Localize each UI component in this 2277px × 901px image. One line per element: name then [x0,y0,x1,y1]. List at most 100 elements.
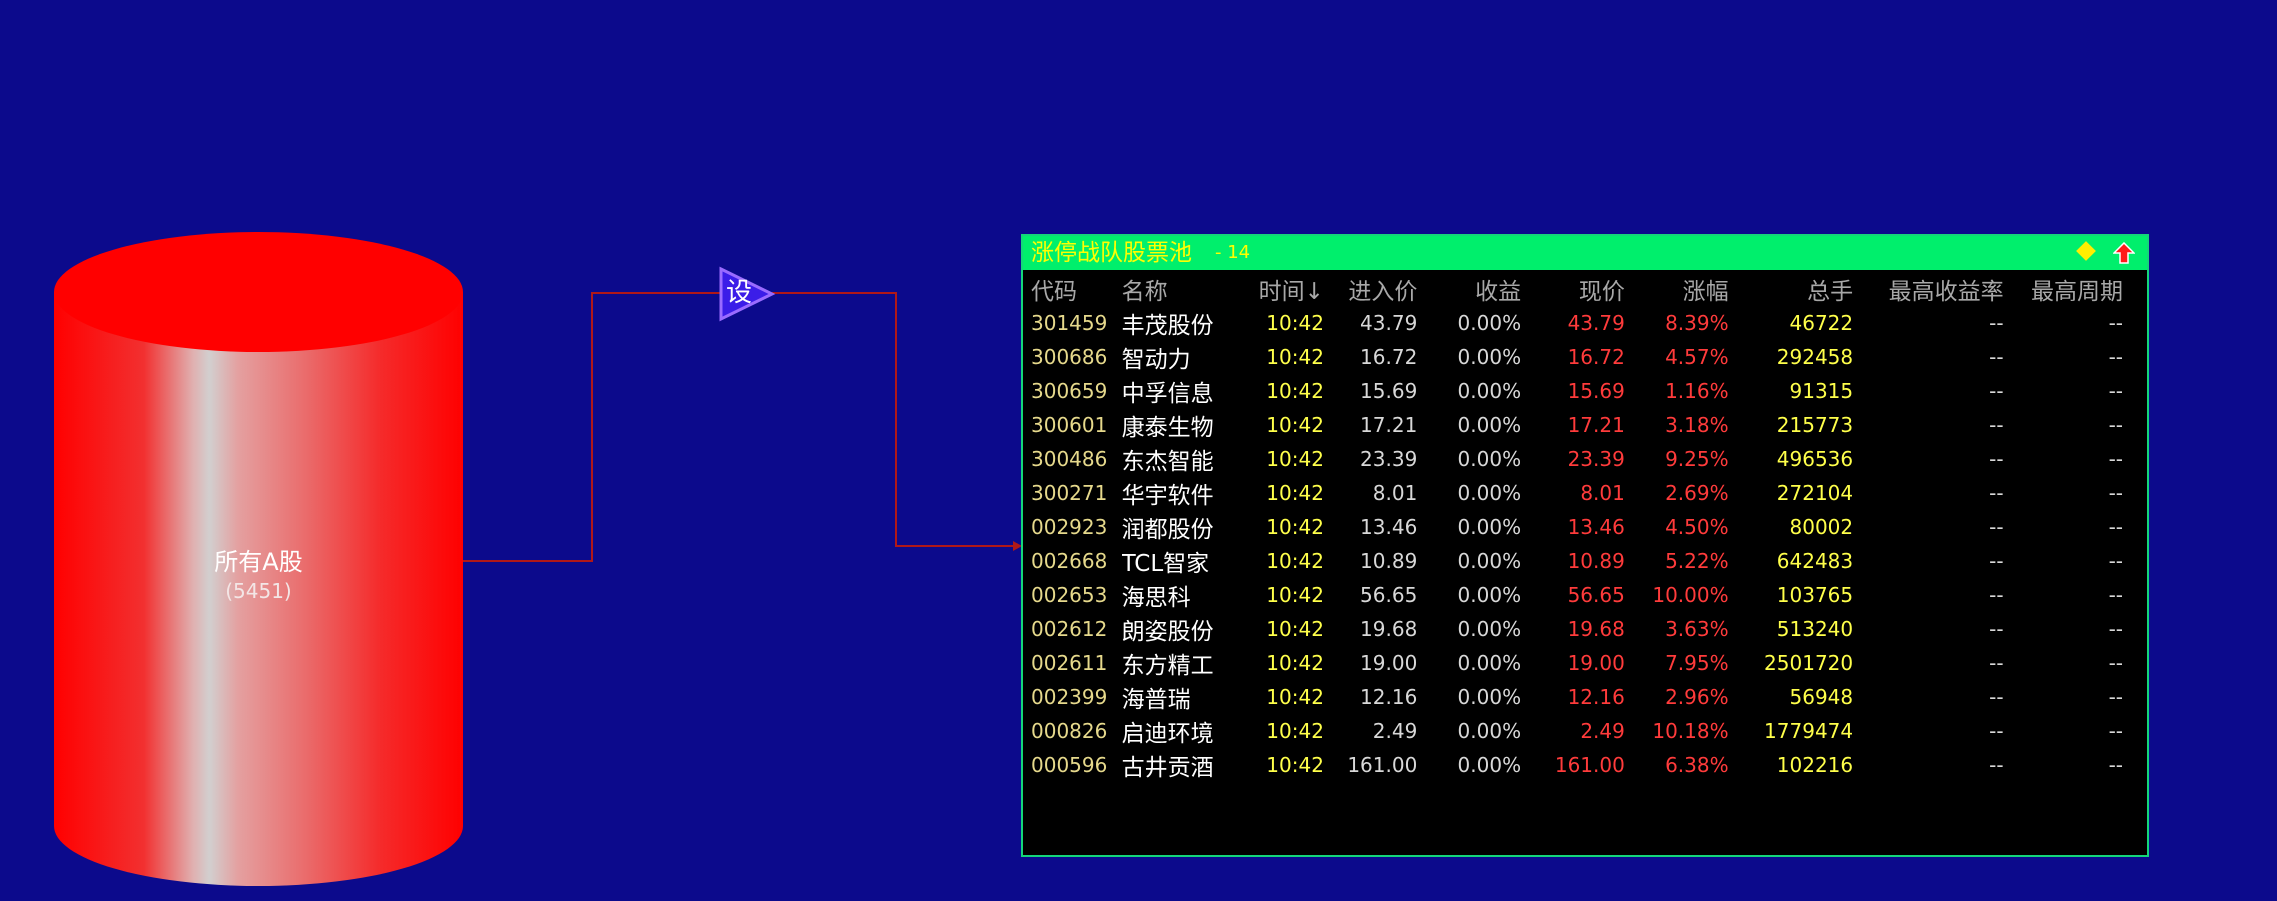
cell-volume: 80002 [1789,515,1854,539]
column-header-max-period[interactable]: 最高周期 [2004,272,2123,306]
table-row[interactable]: 300486 东杰智能 10:42 23.39 0.00% 23.39 9.25% 49653… [1023,442,2123,476]
cell-gain: 0.00% [1457,651,1522,675]
cell-name: 智动力 [1121,347,1191,373]
cell-max-period: -- [2108,617,2123,641]
cell-code: 300659 [1031,379,1108,403]
table-row[interactable]: 002668 TCL智家 10:42 10.89 0.00% 10.89 5.22% 6424… [1023,544,2123,578]
cell-volume: 102216 [1776,753,1854,777]
cell-time: 10:42 [1266,651,1324,675]
cell-max-period: -- [2108,651,2123,675]
table-row[interactable]: 002923 润都股份 10:42 13.46 0.00% 13.46 4.50% 80002… [1023,510,2123,544]
cell-gain: 0.00% [1457,753,1522,777]
table-row[interactable]: 002611 东方精工 10:42 19.00 0.00% 19.00 7.95% 25017… [1023,646,2123,680]
arrow-up-icon[interactable] [2113,242,2135,264]
cell-entry-price: 13.46 [1360,515,1418,539]
cell-price: 13.46 [1567,515,1625,539]
cell-code: 301459 [1031,311,1108,335]
stock-table: 代码 名称 时间↓ 进入价 收益 现价 涨幅 总手 最高收益率 最高周期 301… [1023,272,2123,782]
cell-name: 东杰智能 [1121,449,1214,475]
table-row[interactable]: 002612 朗姿股份 10:42 19.68 0.00% 19.68 3.63% 51324… [1023,612,2123,646]
column-header-code[interactable]: 代码 [1023,272,1122,306]
cell-max-gain: -- [1989,515,2004,539]
cell-gain: 0.00% [1457,515,1522,539]
cell-max-period: -- [2108,447,2123,471]
cell-entry-price: 16.72 [1360,345,1418,369]
cell-entry-price: 12.16 [1360,685,1418,709]
table-row[interactable]: 000596 古井贡酒 10:42 161.00 0.00% 161.00 6.38% 102… [1023,748,2123,782]
cell-max-period: -- [2108,345,2123,369]
cell-entry-price: 43.79 [1360,311,1418,335]
cell-gain: 0.00% [1457,549,1522,573]
column-header-entry-price[interactable]: 进入价 [1324,272,1417,306]
column-header-max-gain[interactable]: 最高收益率 [1853,272,2004,306]
cell-time: 10:42 [1266,719,1324,743]
column-header-time[interactable]: 时间↓ [1241,272,1324,306]
cell-volume: 46722 [1789,311,1854,335]
column-header-price[interactable]: 现价 [1521,272,1625,306]
filter-node-triangle[interactable] [718,266,776,322]
cell-time: 10:42 [1266,379,1324,403]
cell-price: 19.00 [1567,651,1625,675]
table-row[interactable]: 300659 中孚信息 10:42 15.69 0.00% 15.69 1.16% 91315… [1023,374,2123,408]
table-header-row: 代码 名称 时间↓ 进入价 收益 现价 涨幅 总手 最高收益率 最高周期 [1023,272,2123,306]
cell-name: 东方精工 [1121,653,1214,679]
cell-code: 002612 [1031,617,1108,641]
cell-gain: 0.00% [1457,719,1522,743]
table-row[interactable]: 300601 康泰生物 10:42 17.21 0.00% 17.21 3.18% 21577… [1023,408,2123,442]
cell-gain: 0.00% [1457,311,1522,335]
column-header-gain[interactable]: 收益 [1417,272,1521,306]
cell-change: 4.50% [1665,515,1729,539]
cell-entry-price: 19.00 [1360,651,1418,675]
cell-volume: 642483 [1776,549,1854,573]
diamond-icon[interactable] [2076,241,2096,261]
cell-code: 000596 [1031,753,1108,777]
cell-price: 15.69 [1567,379,1625,403]
cell-time: 10:42 [1266,515,1324,539]
cell-name: 海普瑞 [1121,687,1191,713]
cell-gain: 0.00% [1457,617,1522,641]
cell-name: 古井贡酒 [1121,755,1214,781]
cell-max-gain: -- [1989,379,2004,403]
panel-titlebar[interactable]: 涨停战队股票池 - 14 [1023,236,2147,270]
cell-time: 10:42 [1266,311,1324,335]
table-row[interactable]: 002653 海思科 10:42 56.65 0.00% 56.65 10.00% 10376… [1023,578,2123,612]
cell-max-period: -- [2108,311,2123,335]
cell-time: 10:42 [1266,583,1324,607]
cell-max-gain: -- [1989,447,2004,471]
cell-max-gain: -- [1989,549,2004,573]
cell-change: 3.18% [1665,413,1729,437]
cell-time: 10:42 [1266,753,1324,777]
cell-volume: 56948 [1789,685,1854,709]
cell-change: 7.95% [1665,651,1729,675]
cell-gain: 0.00% [1457,345,1522,369]
cell-code: 300601 [1031,413,1108,437]
cell-time: 10:42 [1266,447,1324,471]
cell-gain: 0.00% [1457,413,1522,437]
cell-change: 3.63% [1665,617,1729,641]
column-header-change[interactable]: 涨幅 [1625,272,1729,306]
cell-time: 10:42 [1266,685,1324,709]
table-row[interactable]: 300686 智动力 10:42 16.72 0.00% 16.72 4.57% 292458… [1023,340,2123,374]
cell-max-period: -- [2108,379,2123,403]
cell-code: 002399 [1031,685,1108,709]
table-row[interactable]: 000826 启迪环境 10:42 2.49 0.00% 2.49 10.18% 177947… [1023,714,2123,748]
table-row[interactable]: 300271 华宇软件 10:42 8.01 0.00% 8.01 2.69% 272104 -… [1023,476,2123,510]
column-header-volume[interactable]: 总手 [1729,272,1853,306]
cell-code: 000826 [1031,719,1108,743]
cell-time: 10:42 [1266,549,1324,573]
cell-max-gain: -- [1989,413,2004,437]
cell-price: 161.00 [1554,753,1625,777]
cell-price: 56.65 [1567,583,1625,607]
cell-change: 2.96% [1665,685,1729,709]
cell-entry-price: 161.00 [1347,753,1418,777]
cell-volume: 272104 [1776,481,1854,505]
cell-max-period: -- [2108,515,2123,539]
cell-max-period: -- [2108,413,2123,437]
column-header-name[interactable]: 名称 [1122,272,1241,306]
cell-price: 10.89 [1567,549,1625,573]
cell-max-period: -- [2108,685,2123,709]
cell-change: 10.18% [1652,719,1729,743]
cell-code: 300686 [1031,345,1108,369]
table-row[interactable]: 002399 海普瑞 10:42 12.16 0.00% 12.16 2.96% 56948 -… [1023,680,2123,714]
table-row[interactable]: 301459 丰茂股份 10:42 43.79 0.00% 43.79 8.39% 46722… [1023,306,2123,340]
